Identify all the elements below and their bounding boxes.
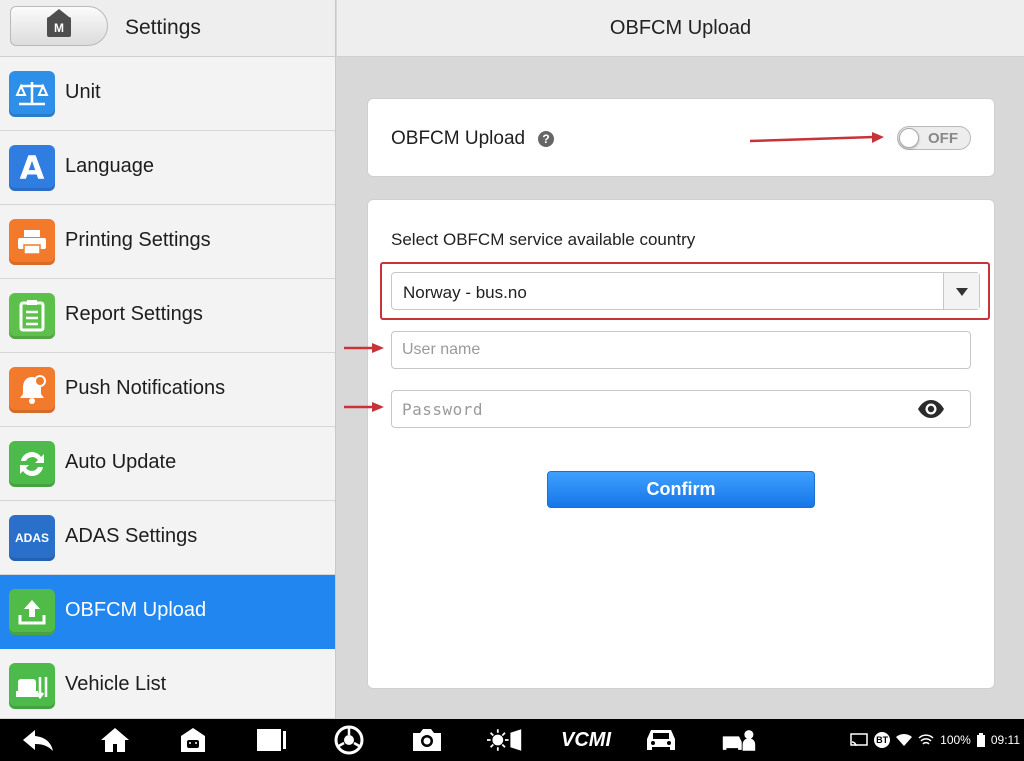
sidebar-item-report-settings[interactable]: Report Settings [0,279,335,353]
bell-icon [9,367,55,413]
password-input[interactable] [391,390,971,428]
clock: 09:11 [990,733,1020,747]
sidebar-item-push-notifications[interactable]: Push Notifications [0,353,335,427]
bottom-navigation-bar: VCMI BT 100% 09:11 [0,719,1024,761]
dropdown-arrow-icon[interactable] [943,273,979,309]
vcmi-icon[interactable]: VCMI [558,725,614,755]
sidebar-item-language[interactable]: A Language [0,131,335,205]
home-icon: M [47,9,71,37]
obfcm-form-card: Select OBFCM service available country N… [367,199,995,689]
recent-apps-icon[interactable] [253,725,289,755]
sidebar-item-label: Push Notifications [65,377,226,399]
country-select-label: Select OBFCM service available country [391,230,696,249]
bluetooth-icon: BT [874,732,891,748]
main-header: OBFCM Upload [337,0,1024,57]
vci-signal-icon [918,734,934,745]
settings-sidebar: M Settings Unit A Language Printing Sett… [0,0,336,719]
printer-icon [9,219,55,265]
vehicle-list-icon [9,663,55,709]
car-icon[interactable] [643,725,679,755]
back-arrow-icon[interactable] [20,725,56,755]
show-password-eye-icon[interactable] [917,399,945,419]
camera-icon[interactable] [409,725,445,755]
wifi-icon [896,733,913,746]
android-home-icon[interactable] [175,725,211,755]
help-icon[interactable]: ? [538,131,554,147]
sidebar-item-adas-settings[interactable]: ADAS ADAS Settings [0,501,335,575]
sidebar-item-label: Unit [65,81,101,103]
browser-icon[interactable] [331,725,367,755]
upload-icon [9,589,55,635]
sidebar-item-label: Vehicle List [65,673,167,695]
annotation-arrow-icon [344,402,384,412]
status-bar: BT 100% 09:11 [850,732,1020,748]
update-icon [9,441,55,487]
confirm-button[interactable]: Confirm [547,471,815,508]
sidebar-item-obfcm-upload[interactable]: OBFCM Upload [0,575,335,649]
sidebar-item-vehicle-list[interactable]: Vehicle List [0,649,335,719]
sidebar-header: M Settings [0,0,335,57]
username-input[interactable] [391,331,971,369]
language-icon: A [9,145,55,191]
sidebar-item-label: Printing Settings [65,229,211,251]
sidebar-item-label: ADAS Settings [65,525,198,547]
home-icon[interactable] [97,725,133,755]
toggle-state-label: OFF [928,130,958,147]
page-title: OBFCM Upload [609,17,752,39]
cast-icon [850,733,868,747]
battery-icon [976,733,985,747]
sidebar-item-auto-update[interactable]: Auto Update [0,427,335,501]
sidebar-title: Settings [125,16,201,39]
country-dropdown-value: Norway - bus.no [403,283,527,302]
adas-icon: ADAS [9,515,55,561]
sidebar-item-label: Auto Update [65,451,177,473]
obfcm-toggle-card: OBFCM Upload ? OFF [367,98,995,177]
sidebar-item-unit[interactable]: Unit [0,57,335,131]
scale-icon [9,71,55,117]
report-icon [9,293,55,339]
sidebar-item-label: OBFCM Upload [65,599,207,621]
sidebar-item-printing-settings[interactable]: Printing Settings [0,205,335,279]
toggle-knob [899,128,919,148]
vehicle-service-icon[interactable] [721,725,757,755]
country-dropdown[interactable]: Norway - bus.no [391,272,980,310]
sidebar-item-label: Language [65,155,154,177]
obfcm-upload-toggle[interactable]: OFF [897,126,971,150]
annotation-arrow-icon [749,132,884,143]
battery-percentage: 100% [940,733,971,747]
country-select-highlight: Norway - bus.no [380,262,990,320]
obfcm-upload-label: OBFCM Upload [391,128,526,149]
annotation-arrow-icon [344,343,384,353]
sidebar-item-label: Report Settings [65,303,203,325]
display-brightness-icon[interactable] [487,725,523,755]
home-button[interactable]: M [10,6,108,46]
